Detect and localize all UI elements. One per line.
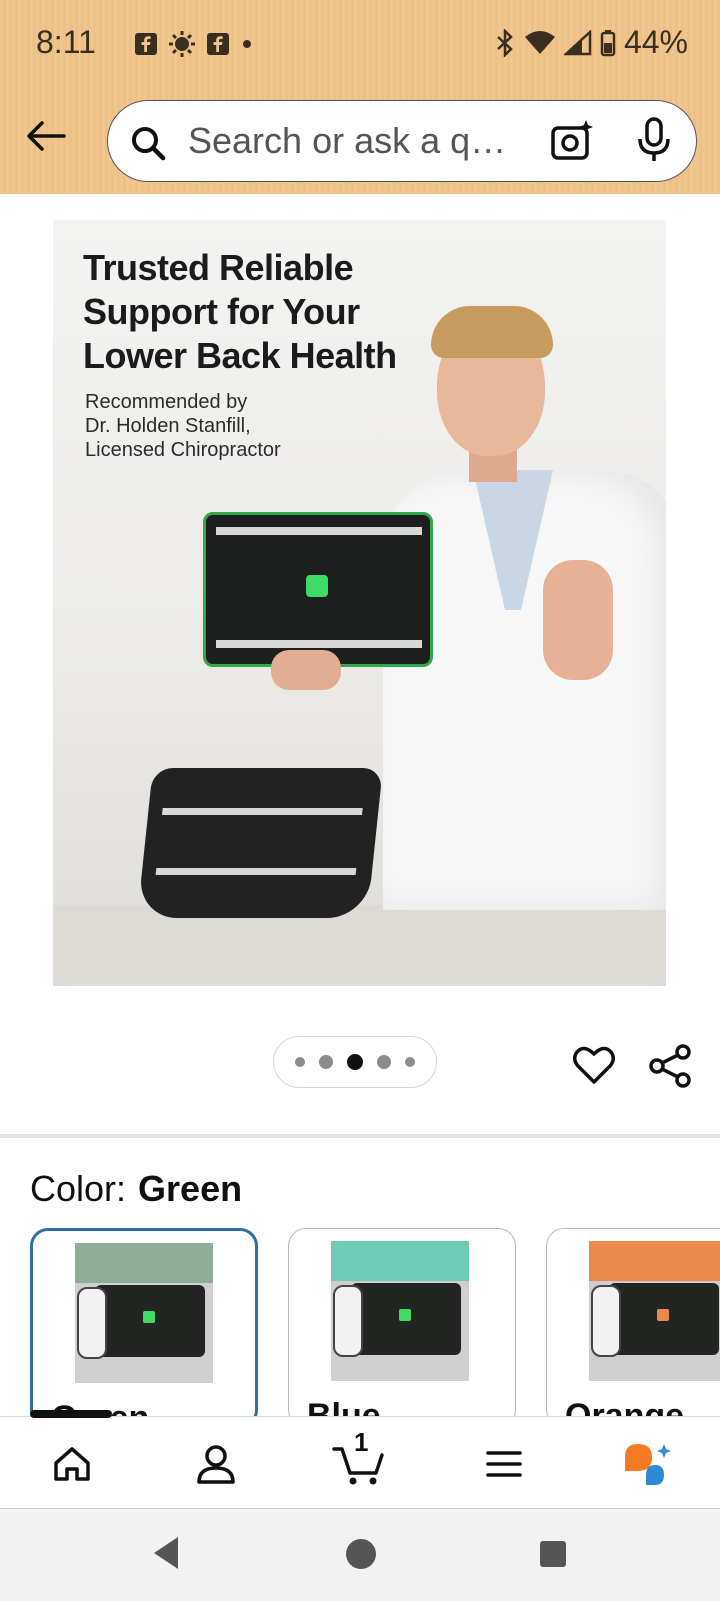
status-bar: 8:11 44% — [0, 0, 720, 90]
back-brace-image — [203, 512, 433, 667]
bluetooth-icon — [497, 28, 513, 57]
more-dot-icon — [243, 40, 251, 48]
headline-line: Lower Back Health — [83, 335, 397, 376]
nav-home[interactable] — [42, 1439, 102, 1489]
page-dot[interactable] — [405, 1057, 415, 1067]
swatch-image — [589, 1241, 720, 1381]
status-right: 44% — [494, 24, 688, 61]
color-option-orange[interactable]: Orange — [546, 1228, 720, 1428]
notification-icons — [134, 30, 254, 58]
nav-cart[interactable]: 1 — [330, 1427, 390, 1489]
swatch-image — [331, 1241, 469, 1381]
color-option-green[interactable]: Green — [30, 1228, 258, 1428]
system-recents-icon[interactable] — [538, 1539, 568, 1569]
nav-rufus[interactable] — [618, 1439, 678, 1489]
page-dot[interactable] — [319, 1055, 333, 1069]
back-brace-image-2 — [137, 768, 383, 918]
subtext-line: Recommended by — [85, 391, 248, 413]
image-headline: Trusted Reliable Support for Your Lower … — [83, 246, 397, 378]
subtext-line: Dr. Holden Stanfill, — [85, 415, 251, 437]
battery-percent: 44% — [623, 24, 688, 60]
system-back-icon[interactable] — [150, 1535, 182, 1571]
subtext-line: Licensed Chiropractor — [85, 439, 281, 461]
gallery-pagination[interactable] — [273, 1036, 437, 1088]
bottom-navigation: 1 — [0, 1416, 720, 1509]
status-time: 8:11 — [36, 24, 96, 60]
battery-icon — [600, 29, 616, 56]
page-dot-active[interactable] — [347, 1054, 363, 1070]
holding-hand — [271, 650, 341, 690]
page-dot[interactable] — [377, 1055, 391, 1069]
back-button[interactable] — [18, 108, 74, 164]
facebook-icon — [135, 33, 157, 55]
nav-account[interactable] — [186, 1439, 246, 1489]
menu-icon — [486, 1451, 522, 1477]
microphone-icon[interactable] — [636, 117, 672, 163]
rufus-icon — [625, 1444, 671, 1485]
search-bar[interactable]: Search or ask a q… — [107, 100, 697, 182]
image-subtext: Recommended by Dr. Holden Stanfill, Lice… — [85, 390, 281, 462]
account-icon — [197, 1445, 235, 1484]
color-label-text: Color: — [30, 1168, 127, 1209]
headline-line: Trusted Reliable — [83, 247, 354, 288]
search-icon — [132, 127, 166, 161]
nav-menu[interactable] — [474, 1439, 534, 1489]
selected-color: Green — [138, 1168, 243, 1209]
system-navigation-bar — [0, 1508, 720, 1601]
header-bar: 8:11 44% Search or ask a q… — [0, 0, 720, 194]
active-tab-indicator — [30, 1410, 112, 1418]
section-divider — [0, 1134, 720, 1138]
share-icon[interactable] — [648, 1044, 692, 1088]
back-arrow-icon — [27, 121, 66, 151]
signal-icon — [563, 29, 592, 55]
search-input[interactable]: Search or ask a q… — [188, 120, 528, 162]
settings-sun-icon — [169, 31, 195, 57]
image-floor — [53, 905, 666, 986]
home-icon — [54, 1447, 90, 1481]
system-home-icon[interactable] — [344, 1537, 378, 1571]
facebook-icon — [207, 33, 229, 55]
headline-line: Support for Your — [83, 291, 360, 332]
doctor-hair — [431, 306, 553, 358]
swatch-image — [75, 1243, 213, 1383]
heart-icon[interactable] — [572, 1044, 616, 1086]
page-dot[interactable] — [295, 1057, 305, 1067]
color-option-blue[interactable]: Blue — [288, 1228, 516, 1428]
camera-search-icon[interactable] — [550, 119, 594, 163]
product-image[interactable]: Trusted Reliable Support for Your Lower … — [53, 220, 666, 986]
brace-logo — [306, 575, 328, 597]
color-label: Color: Green — [30, 1168, 242, 1210]
cart-count: 1 — [354, 1427, 369, 1457]
wifi-icon — [524, 30, 555, 54]
thumbs-up-hand — [543, 560, 613, 680]
